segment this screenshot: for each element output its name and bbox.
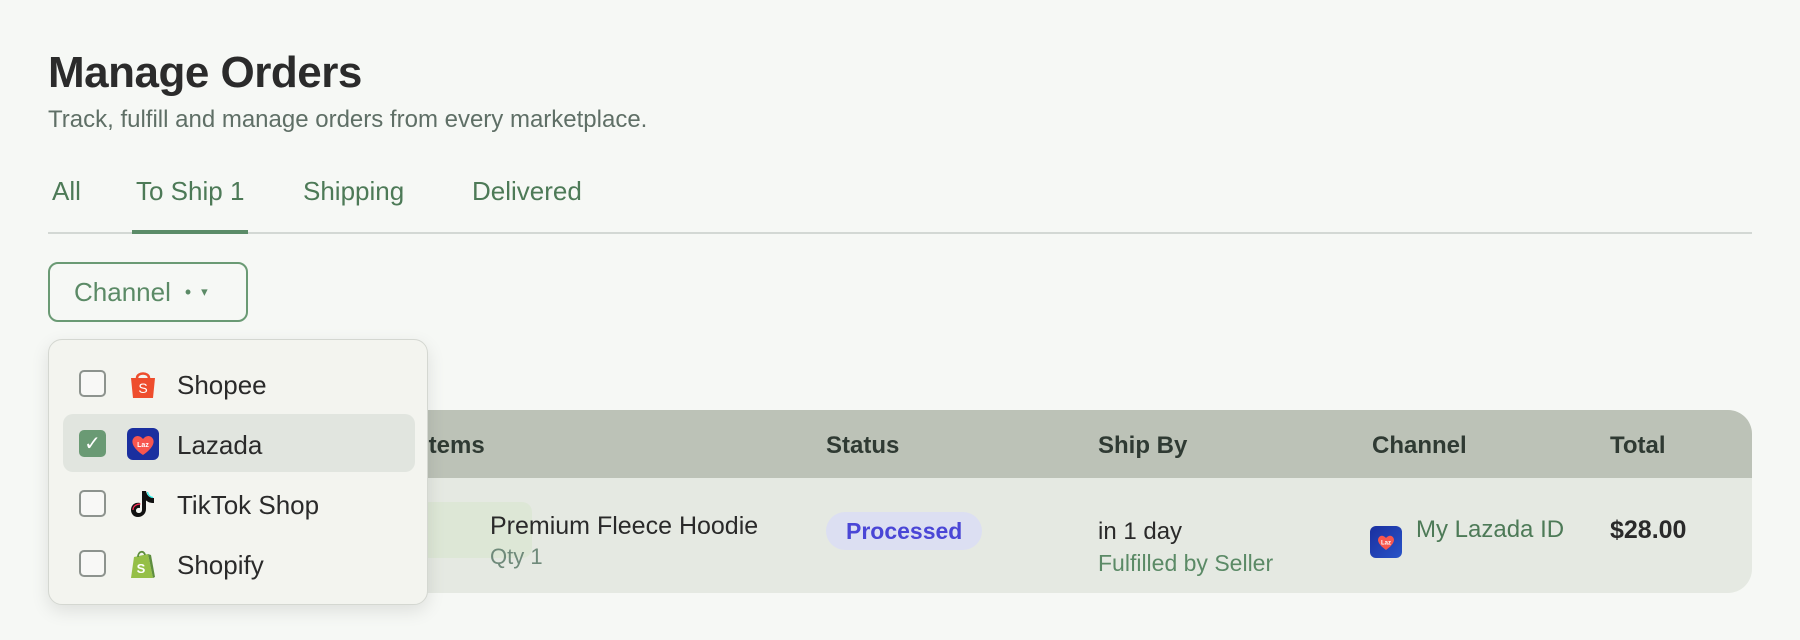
manage-orders-page: Manage Orders Track, fulfill and manage … <box>0 0 1800 640</box>
lazada-icon: Laz <box>127 428 159 460</box>
status-badge: Processed <box>826 512 983 550</box>
svg-text:S: S <box>137 561 146 576</box>
channel-option-shopify[interactable]: S Shopify <box>63 534 415 592</box>
filter-active-dot: • <box>184 281 192 302</box>
lazada-icon: Laz <box>1370 526 1402 558</box>
channel-option-label: Lazada <box>177 430 263 460</box>
column-header-items: Items <box>422 432 485 459</box>
tab-delivered[interactable]: Delivered <box>468 174 586 234</box>
checkbox[interactable] <box>79 550 106 577</box>
order-total: $28.00 <box>1610 516 1687 544</box>
page-title: Manage Orders <box>48 48 362 97</box>
channel-option-shopee[interactable]: S Shopee <box>63 354 415 412</box>
checkbox-checked[interactable]: ✓ <box>79 430 106 457</box>
channel-option-label: Shopee <box>177 370 267 400</box>
channel-filter-label: Channel <box>74 276 171 307</box>
tab-all[interactable]: All <box>48 174 85 234</box>
checkbox[interactable] <box>79 490 106 517</box>
channel-option-lazada[interactable]: ✓ Laz Lazada <box>63 414 415 472</box>
product-quantity: Qty 1 <box>490 544 543 569</box>
product-name[interactable]: Premium Fleece Hoodie <box>490 512 758 541</box>
page-subtitle: Track, fulfill and manage orders from ev… <box>48 106 648 133</box>
channel-option-tiktok-shop[interactable]: TikTok Shop <box>63 474 415 532</box>
svg-text:Laz: Laz <box>1381 541 1391 547</box>
tiktok-icon <box>127 488 159 520</box>
column-header-ship-by: Ship By <box>1098 432 1188 459</box>
tab-shipping[interactable]: Shipping <box>299 174 408 234</box>
channel-dropdown: S Shopee ✓ Laz Lazada TikTok Shop S Shop… <box>48 339 428 605</box>
fulfillment-type: Fulfilled by Seller <box>1098 550 1274 576</box>
channel-name[interactable]: My Lazada ID <box>1416 516 1566 544</box>
channel-option-label: Shopify <box>177 550 264 580</box>
order-tabs: All To Ship 1 Shipping Delivered <box>48 174 1752 234</box>
svg-text:S: S <box>138 380 147 396</box>
chevron-down-icon: ▾ <box>201 284 208 299</box>
ship-by-value: in 1 day <box>1098 518 1183 545</box>
channel-filter-button[interactable]: Channel • ▾ <box>48 262 248 322</box>
shopify-icon: S <box>127 548 159 580</box>
checkbox[interactable] <box>79 370 106 397</box>
column-header-channel: Channel <box>1372 432 1467 459</box>
column-header-status: Status <box>826 432 900 459</box>
svg-text:Laz: Laz <box>137 442 149 449</box>
shopee-icon: S <box>127 368 159 400</box>
channel-option-label: TikTok Shop <box>177 490 320 520</box>
column-header-total: Total <box>1610 432 1666 459</box>
tab-to-ship[interactable]: To Ship 1 <box>132 174 249 234</box>
